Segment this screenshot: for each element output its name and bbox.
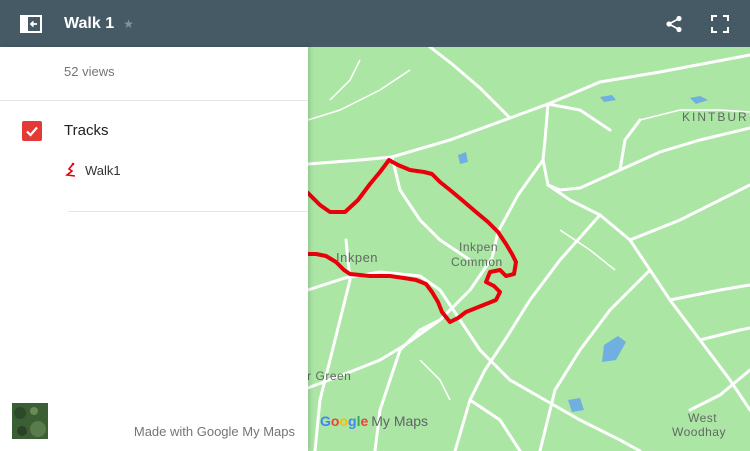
label-inkpen: Inkpen <box>336 250 379 265</box>
label-inkpen-common-1: Inkpen <box>459 240 499 254</box>
logo-letter: o <box>339 413 349 429</box>
layer-title[interactable]: Tracks <box>64 122 108 139</box>
label-kintbury: KINTBUR <box>682 110 749 124</box>
checkmark-icon <box>26 126 38 137</box>
made-with-text[interactable]: Made with Google My Maps <box>134 424 295 439</box>
logo-letter: e <box>360 413 369 429</box>
satellite-thumbnail-icon <box>12 403 48 439</box>
basemap-thumbnail[interactable] <box>12 403 48 439</box>
label-west-2: Woodhay <box>672 425 726 439</box>
panel-toggle-icon <box>20 14 42 33</box>
map-canvas[interactable]: KINTBUR Inkpen Inkpen Common er Green We… <box>308 47 750 451</box>
toggle-panel-button[interactable] <box>16 9 46 39</box>
logo-mymaps: My Maps <box>371 413 429 429</box>
logo-letter: G <box>320 413 331 429</box>
divider <box>0 100 308 101</box>
header-bar: Walk 1 ★ <box>0 0 750 47</box>
track-label: Walk1 <box>85 162 121 178</box>
fullscreen-button[interactable] <box>708 12 732 36</box>
view-count: 52 views <box>64 64 115 79</box>
fullscreen-icon <box>711 14 729 33</box>
label-inkpen-common-2: Common <box>451 255 503 269</box>
star-icon[interactable]: ★ <box>123 17 134 31</box>
line-track-icon <box>65 162 76 177</box>
label-west-1: West <box>688 411 718 425</box>
google-my-maps-logo: Google My Maps <box>320 413 428 429</box>
label-green: er Green <box>308 369 352 383</box>
map-title: Walk 1 <box>64 14 115 32</box>
tracks-layer-checkbox[interactable] <box>22 121 42 141</box>
legend-panel: 52 views Tracks Walk1 Made with Google M… <box>0 47 308 451</box>
track-item-walk1[interactable]: Walk1 <box>64 162 121 178</box>
share-button[interactable] <box>662 12 686 36</box>
share-icon <box>666 15 682 32</box>
divider <box>68 211 308 212</box>
roads <box>308 47 750 451</box>
map-graphic <box>308 47 750 451</box>
logo-letter: g <box>348 413 357 429</box>
